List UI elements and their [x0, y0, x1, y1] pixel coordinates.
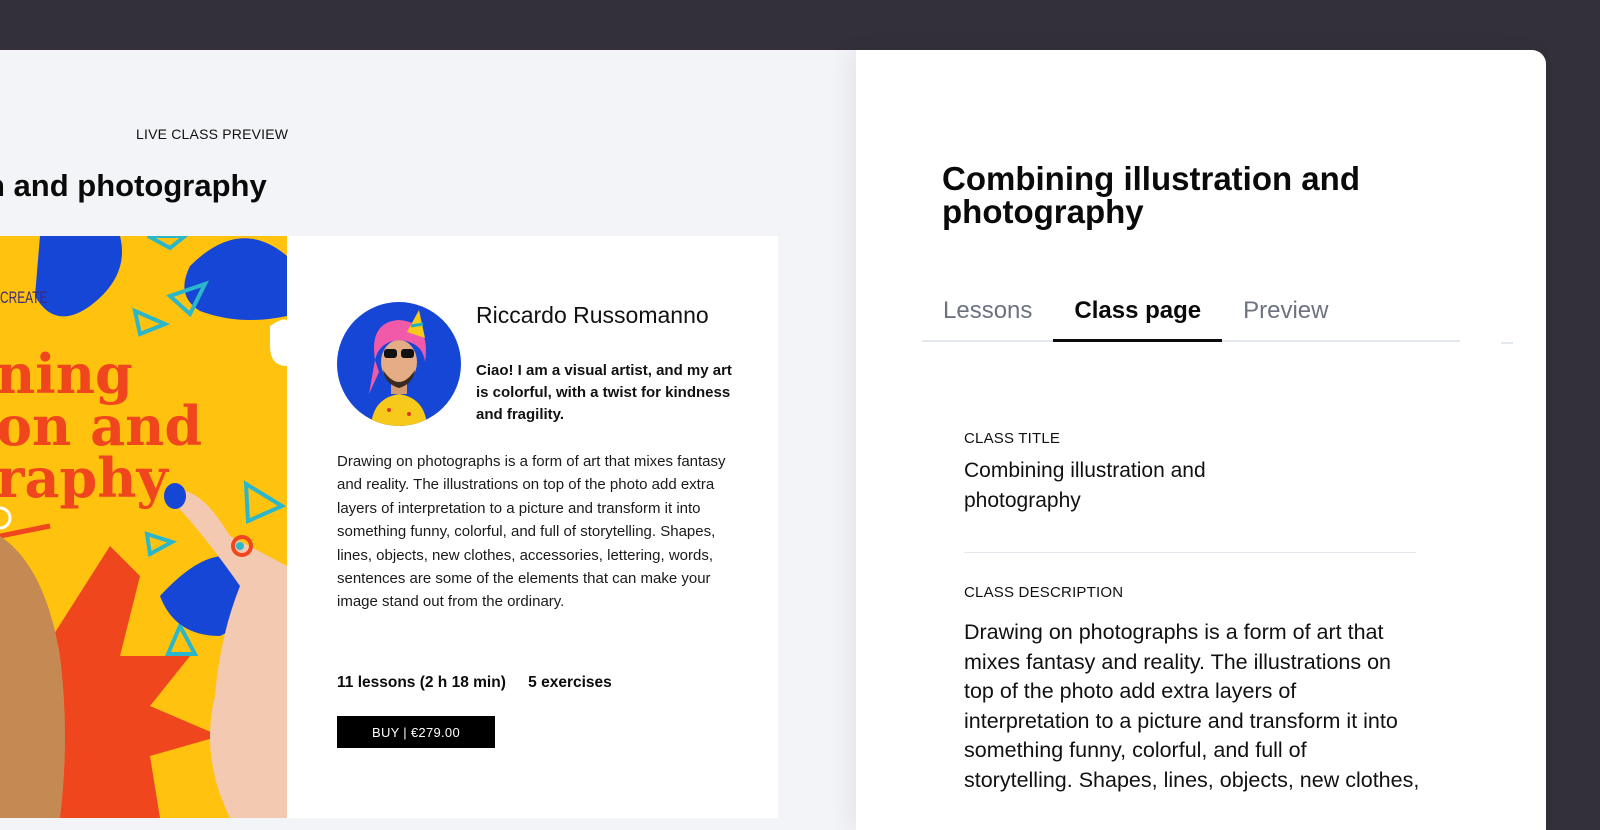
editor-tabs: Lessons Class page Preview	[922, 286, 1460, 342]
tab-lessons[interactable]: Lessons	[922, 286, 1053, 340]
preview-label: LIVE CLASS PREVIEW	[136, 126, 289, 142]
editor-title: Combining illustration and photography	[942, 160, 1360, 230]
instructor-bio: Ciao! I am a visual artist, and my art i…	[476, 362, 732, 423]
preview-title: n and photography	[0, 168, 267, 203]
tab-preview[interactable]: Preview	[1222, 286, 1349, 340]
live-preview-panel: LIVE CLASS PREVIEW n and photography CRE…	[0, 50, 856, 830]
tabs-divider	[1501, 342, 1513, 344]
hero-brand-text: CREATE	[0, 288, 48, 307]
hero-image: CREATE ning on and raphy	[0, 236, 287, 818]
instructor-avatar	[337, 302, 461, 426]
exercises-count: 5 exercises	[528, 674, 612, 691]
class-description-field[interactable]: Drawing on photographs is a form of art …	[964, 618, 1420, 796]
buy-button[interactable]: BUY | €279.00	[337, 716, 495, 748]
tab-class-page[interactable]: Class page	[1053, 286, 1222, 342]
instructor-name: Riccardo Russomanno	[476, 302, 709, 328]
class-title-field[interactable]: Combining illustration and photography	[964, 456, 1324, 516]
class-title-label: CLASS TITLE	[964, 430, 1061, 447]
hero-poster-text: ning on and raphy	[0, 342, 203, 510]
class-description: Drawing on photographs is a form of art …	[337, 453, 726, 611]
hero-artwork	[0, 236, 287, 818]
lessons-count: 11 lessons (2 h 18 min)	[337, 674, 506, 691]
class-editor-panel: Combining illustration and photography L…	[856, 50, 1546, 830]
field-divider	[964, 552, 1416, 553]
class-info-card: Riccardo Russomanno Ciao! I am a visual …	[287, 236, 778, 818]
class-stats: 11 lessons (2 h 18 min) 5 exercises	[337, 674, 630, 692]
class-description-label: CLASS DESCRIPTION	[964, 584, 1124, 601]
instructor-portrait	[369, 310, 427, 426]
